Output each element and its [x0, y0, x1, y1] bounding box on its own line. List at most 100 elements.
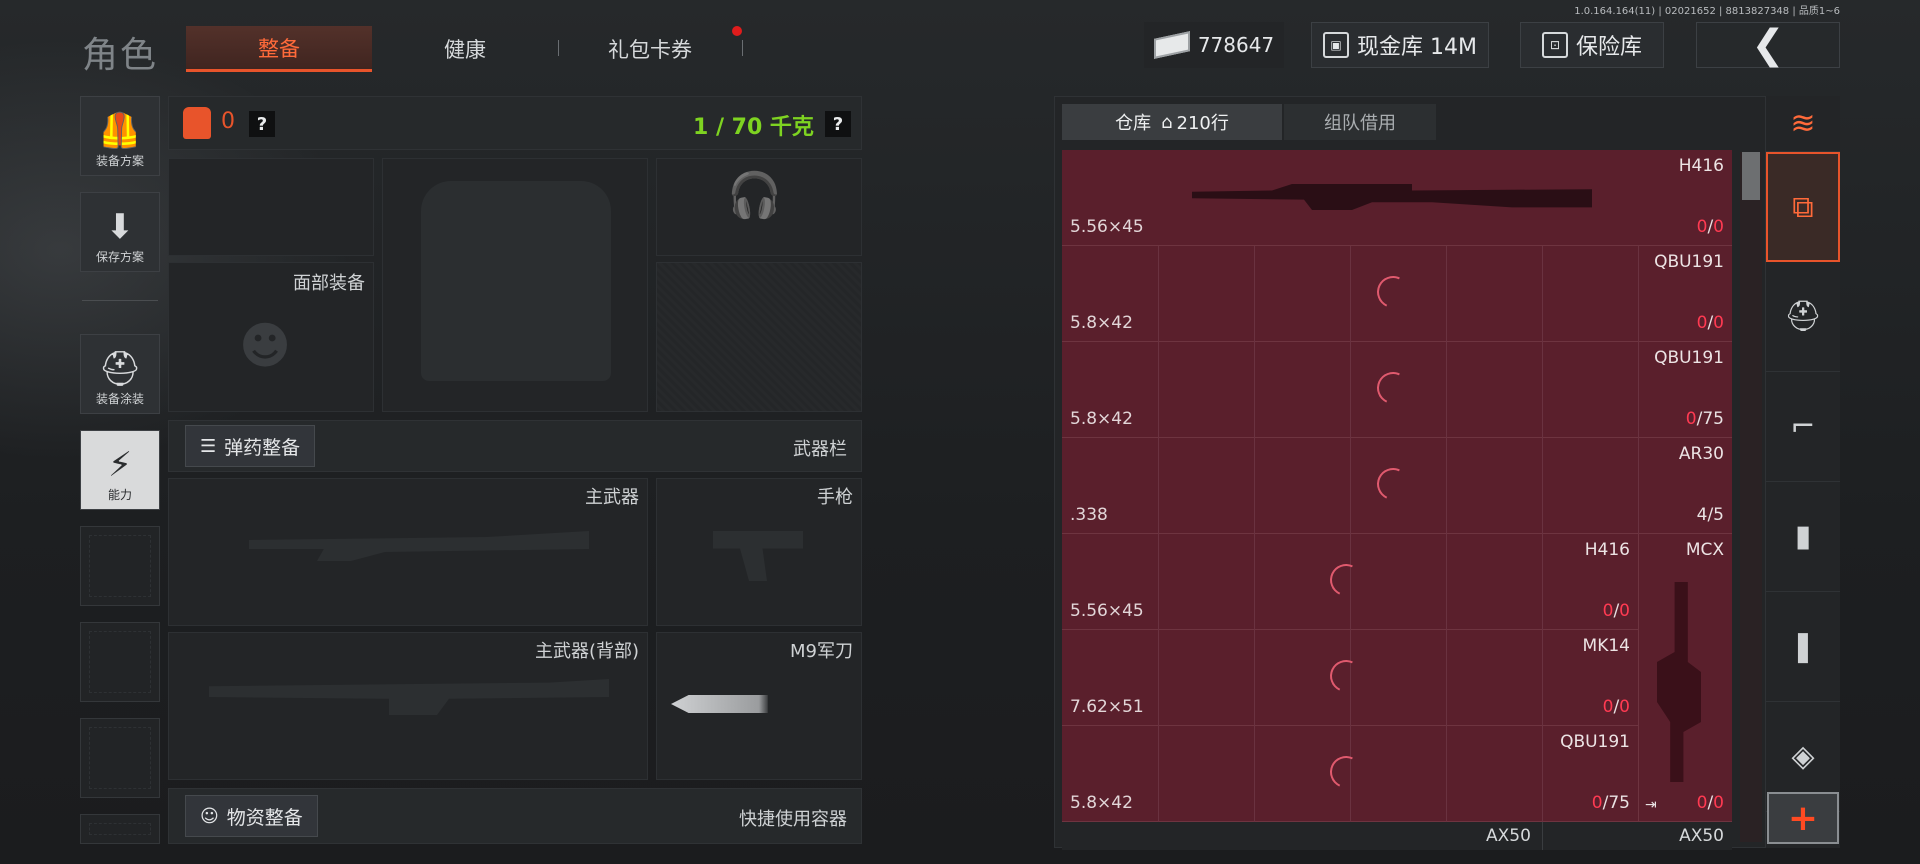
weapon-name: MCX: [1685, 540, 1724, 560]
knife-icon: [671, 695, 768, 713]
face-gear-slot[interactable]: 面部装备 ☻: [168, 262, 374, 412]
list-item[interactable]: QBU191 5.8×42 0/75: [1062, 726, 1638, 822]
grid-line: [1446, 342, 1447, 438]
grid-line: [1446, 246, 1447, 342]
category-all-icon[interactable]: ⧉: [1766, 152, 1840, 262]
version-info: 1.0.164.164(11) | 02021652 | 8813827348 …: [1574, 6, 1840, 17]
pistol-slot[interactable]: 手枪: [656, 478, 862, 626]
list-item[interactable]: H416 5.56×45 0/0: [1062, 150, 1732, 246]
scrollbar-track[interactable]: [1740, 152, 1762, 842]
supply-loadout-button[interactable]: ☺ 物资整备: [185, 795, 318, 837]
headset-slot[interactable]: 🎧: [656, 158, 862, 256]
ammo-loadout-button[interactable]: ☰ 弹药整备: [185, 425, 316, 467]
weapon-name: AR30: [1678, 444, 1724, 464]
warehouse-rows: 210行: [1176, 113, 1229, 134]
grid-line: [1446, 630, 1447, 726]
list-item[interactable]: MCX ⇥ 0/0: [1638, 534, 1732, 822]
helmet-icon: ⛑: [98, 349, 142, 389]
category-ammo-icon[interactable]: ❚: [1766, 592, 1840, 702]
loading-spinner-icon: [1325, 655, 1367, 697]
grid-line: [1446, 726, 1447, 822]
ammo-count: 0/75: [1591, 793, 1630, 813]
vest-silhouette-icon: [421, 181, 611, 381]
back-weapon-label: 主武器(背部): [534, 641, 639, 662]
empty-side-slot: [80, 718, 160, 798]
tab-loadout[interactable]: 整备: [186, 26, 372, 72]
list-item[interactable]: AR30 .338 4/5: [1062, 438, 1732, 534]
rifle-silhouette-icon: [209, 679, 609, 715]
weapon-bar-label: 武器栏: [793, 439, 847, 460]
back-button[interactable]: ❮: [1696, 22, 1840, 68]
category-magazine-icon[interactable]: ▮: [1766, 482, 1840, 592]
grid-line: [1638, 342, 1639, 438]
warehouse-grid: H416 5.56×45 0/0 QBU191 5.8×42 0/0 QBU19…: [1062, 150, 1732, 850]
list-item[interactable]: QBU191 5.8×42 0/75: [1062, 342, 1732, 438]
list-item[interactable]: H416 5.56×45 0/0: [1062, 534, 1638, 630]
ammo-count: 0/0: [1696, 313, 1724, 333]
primary-weapon-slot[interactable]: 主武器: [168, 478, 648, 626]
equipment-header: 0 ? 1 / 70 千克 ?: [168, 96, 862, 150]
save-plan-button[interactable]: ⬇ 保存方案: [80, 192, 160, 272]
team-borrow-tab[interactable]: 组队借用: [1284, 104, 1436, 140]
grid-line: [1254, 342, 1255, 438]
knife-label: M9军刀: [790, 641, 853, 662]
currency-display: 778647: [1144, 22, 1284, 68]
back-weapon-slot[interactable]: 主武器(背部): [168, 632, 648, 780]
body-armor-slot[interactable]: [382, 158, 648, 412]
grid-line: [1350, 246, 1351, 342]
weapon-name: QBU191: [1560, 732, 1630, 752]
sort-layers-icon[interactable]: ≋: [1766, 96, 1840, 152]
weapon-name: MK14: [1582, 636, 1630, 656]
tab-divider: [558, 40, 559, 56]
list-item[interactable]: QBU191 5.8×42 0/0: [1062, 246, 1732, 342]
help-icon[interactable]: ?: [249, 111, 275, 137]
weapon-bar-header: ☰ 弹药整备 武器栏: [168, 420, 862, 472]
download-icon: ⬇: [105, 207, 135, 247]
ability-button[interactable]: ⚡ 能力: [80, 430, 160, 510]
loading-spinner-icon: [1325, 559, 1367, 601]
weapon-name: QBU191: [1654, 252, 1724, 272]
warehouse-tab[interactable]: 仓库 ⌂ 210行: [1062, 104, 1282, 140]
ammo-count: 0/0: [1696, 793, 1724, 813]
safe-button[interactable]: ⊡ 保险库: [1520, 22, 1664, 68]
side-divider: [82, 300, 158, 301]
ammo-count: 0/0: [1602, 697, 1630, 717]
export-icon: ⇥: [1645, 797, 1657, 813]
caliber-label: 5.56×45: [1070, 217, 1144, 237]
caliber-label: 5.56×45: [1070, 601, 1144, 621]
cash-icon: [1153, 31, 1190, 59]
backpack-slot[interactable]: [656, 262, 862, 412]
safe-label: 保险库: [1575, 35, 1642, 60]
safe-icon: ⊡: [1541, 32, 1568, 58]
notification-dot: [732, 26, 742, 36]
scrollbar-thumb[interactable]: [1742, 152, 1760, 200]
back-icon: ❮: [1751, 22, 1785, 68]
cash-vault-button[interactable]: ▣ 现金库 14M: [1311, 22, 1489, 68]
grid-line: [1542, 342, 1543, 438]
ammo-count: 4/5: [1696, 505, 1724, 525]
knife-slot[interactable]: M9军刀: [656, 632, 862, 780]
vest-icon: 🦺: [98, 111, 142, 151]
pistol-label: 手枪: [817, 487, 853, 508]
grid-line: [1158, 630, 1159, 726]
grid-line: [1542, 438, 1543, 534]
grid-line: [1254, 438, 1255, 534]
plus-icon: +: [1787, 797, 1819, 839]
quick-container-label: 快捷使用容器: [739, 809, 847, 830]
weapon-name: QBU191: [1654, 348, 1724, 368]
weight-help-icon[interactable]: ?: [825, 111, 851, 137]
loading-spinner-icon: [1372, 367, 1414, 409]
category-weapon-icon[interactable]: ⌐: [1766, 372, 1840, 482]
vault-icon: ▣: [1323, 32, 1349, 58]
tab-gift-cards[interactable]: 礼包卡券: [560, 26, 740, 72]
equipment-skin-button[interactable]: ⛑ 装备涂装: [80, 334, 160, 414]
list-item[interactable]: AX50 AX50: [1062, 822, 1732, 850]
rifle-silhouette-icon: [249, 531, 589, 561]
category-armor-icon[interactable]: ⛑: [1766, 262, 1840, 372]
headwear-slot[interactable]: [168, 158, 374, 256]
loadout-plan-button[interactable]: 🦺 装备方案: [80, 96, 160, 176]
add-button[interactable]: +: [1767, 792, 1839, 844]
tab-health[interactable]: 健康: [372, 26, 558, 72]
caliber-label: 5.8×42: [1070, 793, 1133, 813]
list-item[interactable]: MK14 7.62×51 0/0: [1062, 630, 1638, 726]
